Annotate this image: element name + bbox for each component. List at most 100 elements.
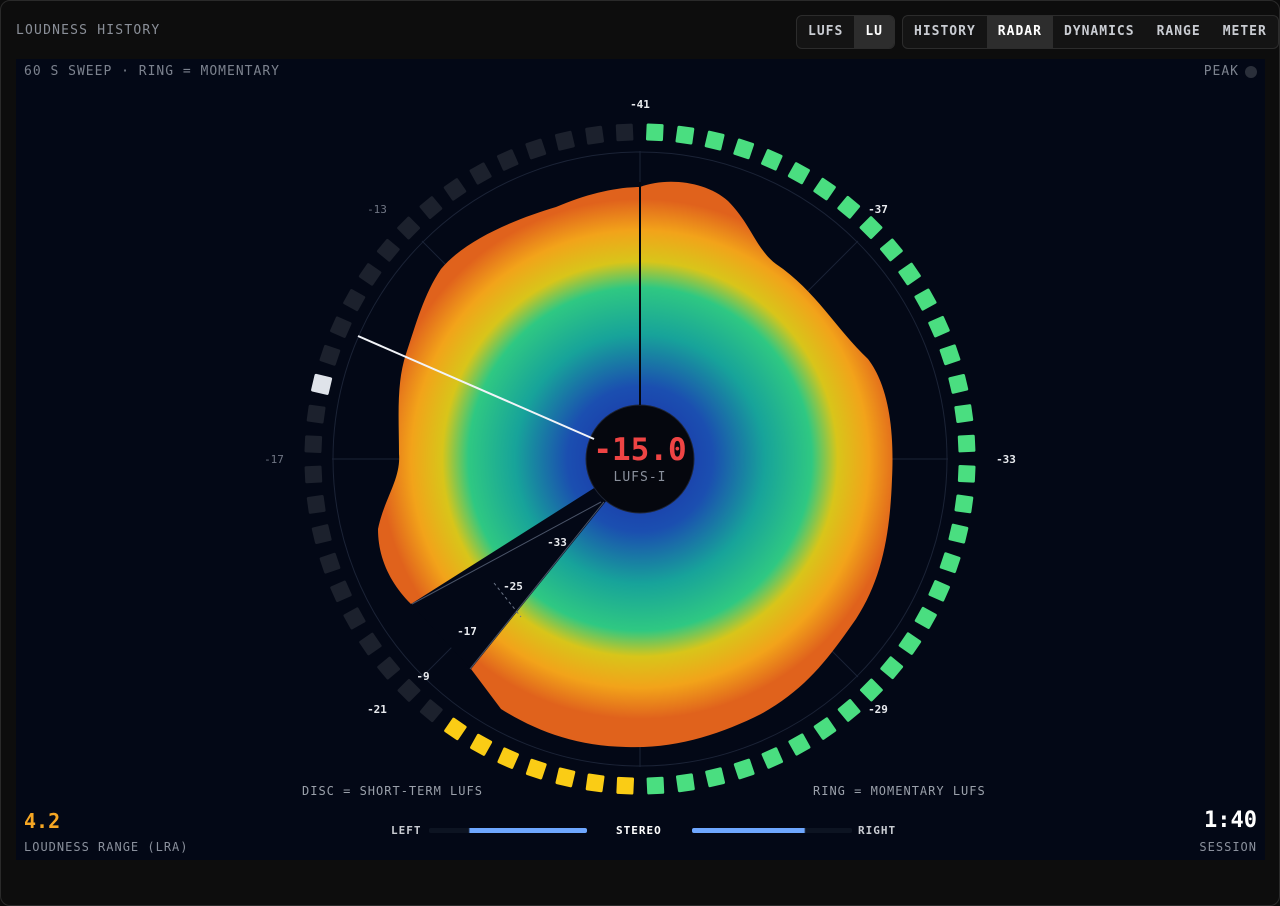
ring-segment	[615, 123, 634, 142]
ring-segment	[585, 773, 605, 793]
inner-scale-label-4: -9	[416, 670, 429, 683]
ring-segment	[954, 494, 974, 514]
ring-segment	[675, 773, 695, 793]
radar-plot: -15.0 LUFS-I -41 -37 -33 -29 -21 -17 -13…	[264, 98, 1016, 795]
ring-segment	[358, 263, 382, 286]
ring-segment	[554, 130, 575, 151]
ring-segment	[761, 747, 784, 769]
ring-segment	[525, 758, 547, 780]
ring-segment	[319, 344, 341, 366]
ring-segment	[470, 733, 493, 756]
stereo-center-label[interactable]: STEREO	[616, 824, 662, 837]
ring-segment	[377, 656, 400, 680]
stereo-right-label: RIGHT	[858, 824, 897, 837]
ring-segment	[376, 238, 400, 262]
ring-segment	[859, 216, 883, 239]
stereo-left-label: LEFT	[391, 824, 422, 837]
session-time: 1:40	[1204, 808, 1257, 833]
tab-dynamics[interactable]: DYNAMICS	[1053, 16, 1146, 48]
ring-segment	[787, 162, 810, 185]
ring-segment	[306, 494, 326, 514]
inner-scale-label-1: -33	[547, 536, 567, 549]
ring-segment	[319, 552, 341, 574]
ring-segment	[733, 138, 755, 160]
ring-segment	[860, 678, 883, 702]
unit-toggle: LUFS LU	[796, 15, 895, 49]
stereo-right-bar	[692, 828, 852, 833]
ring-segment	[813, 717, 837, 740]
ring-segment	[948, 373, 969, 394]
ring-segment	[343, 607, 366, 630]
scale-label-top-right: -37	[868, 203, 888, 216]
ring-segment	[444, 717, 467, 741]
ring-segment	[939, 552, 961, 574]
ring-segment	[419, 699, 443, 723]
ring-segment	[525, 138, 547, 160]
ring-segment	[645, 123, 664, 142]
ring-legend: RING = MOMENTARY LUFS	[813, 784, 986, 798]
ring-segment	[733, 758, 755, 780]
tab-history[interactable]: HISTORY	[903, 16, 987, 48]
ring-segment	[304, 465, 323, 484]
ring-segment	[948, 523, 969, 544]
inner-scale-label-3: -17	[457, 625, 477, 638]
ring-segment	[954, 404, 974, 424]
ring-segment	[675, 125, 695, 145]
ring-segment	[837, 195, 861, 219]
unit-lu-button[interactable]: LU	[854, 16, 894, 48]
ring-segment	[704, 130, 725, 151]
ring-segment	[306, 404, 326, 424]
disc-legend: DISC = SHORT-TERM LUFS	[302, 784, 483, 798]
scale-label-right: -33	[996, 453, 1016, 466]
app-window: LOUDNESS HISTORY LUFS LU HISTORY RADAR D…	[0, 0, 1280, 906]
ring-segment	[616, 776, 635, 795]
ring-segment	[914, 606, 937, 629]
ring-segment	[330, 316, 352, 338]
tab-meter[interactable]: METER	[1212, 16, 1278, 48]
lra-value: 4.2	[24, 809, 61, 833]
ring-segment	[788, 733, 811, 756]
ring-segment	[928, 580, 950, 602]
integrated-lufs-value: -15.0	[593, 432, 686, 468]
ring-segment	[928, 315, 950, 338]
scale-label-top-left: -13	[367, 203, 387, 216]
ring-segment	[469, 162, 492, 185]
tab-range[interactable]: RANGE	[1146, 16, 1212, 48]
ring-segment	[496, 149, 519, 171]
ring-segment	[343, 289, 366, 312]
tab-radar[interactable]: RADAR	[986, 16, 1053, 48]
ring-segment	[898, 262, 921, 286]
ring-segment	[585, 125, 605, 145]
unit-lufs-button[interactable]: LUFS	[797, 16, 854, 48]
ring-segment	[813, 177, 836, 201]
stereo-left-bar	[429, 828, 587, 833]
ring-segment	[443, 178, 467, 201]
ring-segment	[311, 373, 333, 395]
ring-segment	[304, 435, 323, 454]
ring-segment	[646, 776, 665, 795]
view-tabs: HISTORY RADAR DYNAMICS RANGE METER	[902, 15, 1279, 49]
ring-segment	[880, 656, 904, 680]
ring-segment	[555, 767, 576, 788]
stereo-balance: LEFT STEREO RIGHT	[391, 822, 901, 840]
ring-segment	[397, 216, 420, 240]
ring-segment	[898, 632, 922, 655]
ring-segment	[419, 196, 443, 219]
ring-segment	[914, 288, 937, 311]
ring-segment	[330, 580, 352, 603]
ring-segment	[497, 747, 519, 769]
ring-segment	[359, 632, 382, 656]
scale-label-top: -41	[630, 98, 650, 111]
top-bar: LOUDNESS HISTORY LUFS LU HISTORY RADAR D…	[1, 1, 1279, 59]
integrated-lufs-unit: LUFS-I	[614, 470, 667, 485]
ring-segment	[957, 464, 976, 483]
scale-label-left: -17	[264, 453, 284, 466]
ring-segment	[880, 238, 903, 262]
ring-segment	[957, 434, 976, 453]
radar-panel: 60 S SWEEP · RING = MOMENTARY PEAK -15.0…	[16, 59, 1265, 860]
ring-segment	[837, 699, 861, 722]
ring-segment	[761, 149, 783, 171]
ring-segment	[705, 767, 726, 788]
session-label: SESSION	[1199, 840, 1257, 854]
ring-segment	[311, 524, 332, 545]
